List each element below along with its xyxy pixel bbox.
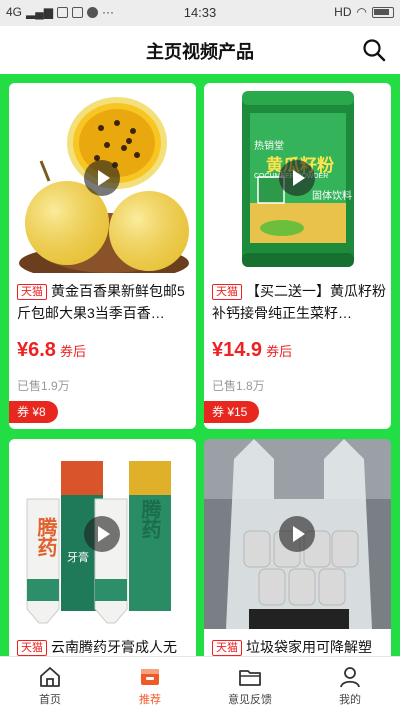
product-card[interactable]: 天猫 垃圾袋家用可降解塑 (204, 439, 391, 656)
tmall-badge: 天猫 (212, 284, 242, 300)
tmall-badge: 天猫 (17, 640, 47, 656)
product-price: ¥6.8 券后 (17, 339, 86, 362)
toothpaste-brand: 腾药 (34, 517, 56, 557)
product-card[interactable]: 天猫 黄金百香果新鲜包邮5斤包邮大果3当季百香… ¥6.8 券后 已售1.9万 券 … (9, 83, 196, 429)
tab-recommend[interactable]: 推荐 (100, 657, 200, 711)
product-image: 热销堂 黄瓜籽粉 COCUMBER POWDER 固体饮料 (204, 83, 391, 273)
recommend-icon (141, 669, 159, 685)
product-price: ¥14.9 券后 (212, 339, 292, 362)
product-title: 天猫 云南腾药牙膏成人无 (17, 636, 193, 656)
status-bar: 4G ▂▄▆ ··· 14:33 HD ◠ (0, 0, 400, 26)
toothpaste-type: 牙膏 (67, 552, 89, 564)
play-icon[interactable] (84, 516, 120, 552)
hd-label: HD (334, 5, 352, 19)
price-value: ¥6.8 (17, 339, 56, 361)
can-side: 固体饮料 (312, 191, 352, 202)
price-suffix: 券后 (59, 344, 86, 359)
product-grid: 天猫 黄金百香果新鲜包邮5斤包邮大果3当季百香… ¥6.8 券后 已售1.9万 券 … (0, 74, 400, 656)
tab-label: 首页 (39, 694, 61, 706)
product-title-text: 云南腾药牙膏成人无 (51, 639, 177, 655)
product-title-text: 垃圾袋家用可降解塑 (246, 639, 372, 655)
sold-count: 已售1.9万 (17, 379, 70, 393)
tab-label: 推荐 (139, 694, 161, 706)
product-image (204, 439, 391, 629)
coupon-badge[interactable]: 券 ¥15 (204, 401, 260, 423)
play-icon[interactable] (84, 160, 120, 196)
tmall-badge: 天猫 (212, 640, 242, 656)
sold-count: 已售1.8万 (212, 379, 265, 393)
product-card[interactable]: 热销堂 黄瓜籽粉 COCUMBER POWDER 固体饮料 天猫【买二送一】黄瓜… (204, 83, 391, 429)
app-header: 主页视频产品 (0, 26, 400, 74)
tab-label: 我的 (339, 694, 361, 706)
product-card[interactable]: 腾药 腾药 牙膏 天猫 云南腾药牙膏成人无 (9, 439, 196, 656)
product-title: 天猫 黄金百香果新鲜包邮5斤包邮大果3当季百香… (17, 280, 193, 324)
search-icon[interactable] (362, 38, 386, 62)
product-title: 天猫 垃圾袋家用可降解塑 (212, 636, 388, 656)
wifi-icon: ◠ (356, 5, 367, 19)
tab-label: 意见反馈 (228, 694, 272, 706)
product-image: 腾药 腾药 牙膏 (9, 439, 196, 629)
profile-icon (340, 667, 360, 688)
can-brand: 热销堂 (254, 141, 284, 152)
toothpaste-brand-2: 腾药 (138, 499, 160, 539)
tab-profile[interactable]: 我的 (300, 657, 400, 711)
battery-icon (372, 6, 394, 18)
bottom-tab-bar: 首页 推荐 意见反馈 我的 (0, 656, 400, 711)
home-icon (40, 667, 60, 687)
product-image (9, 83, 196, 273)
tmall-badge: 天猫 (17, 284, 47, 300)
price-suffix: 券后 (266, 344, 293, 359)
page-title: 主页视频产品 (146, 42, 254, 62)
play-icon[interactable] (279, 160, 315, 196)
folder-icon (239, 670, 261, 686)
tab-feedback[interactable]: 意见反馈 (200, 657, 300, 711)
play-icon[interactable] (279, 516, 315, 552)
status-right: HD ◠ (334, 5, 394, 19)
product-title: 天猫 【买二送一】黄瓜籽粉补钙接骨纯正生菜籽… (212, 280, 388, 324)
tab-home[interactable]: 首页 (0, 657, 100, 711)
price-value: ¥14.9 (212, 339, 263, 361)
coupon-badge[interactable]: 券 ¥8 (9, 401, 58, 423)
